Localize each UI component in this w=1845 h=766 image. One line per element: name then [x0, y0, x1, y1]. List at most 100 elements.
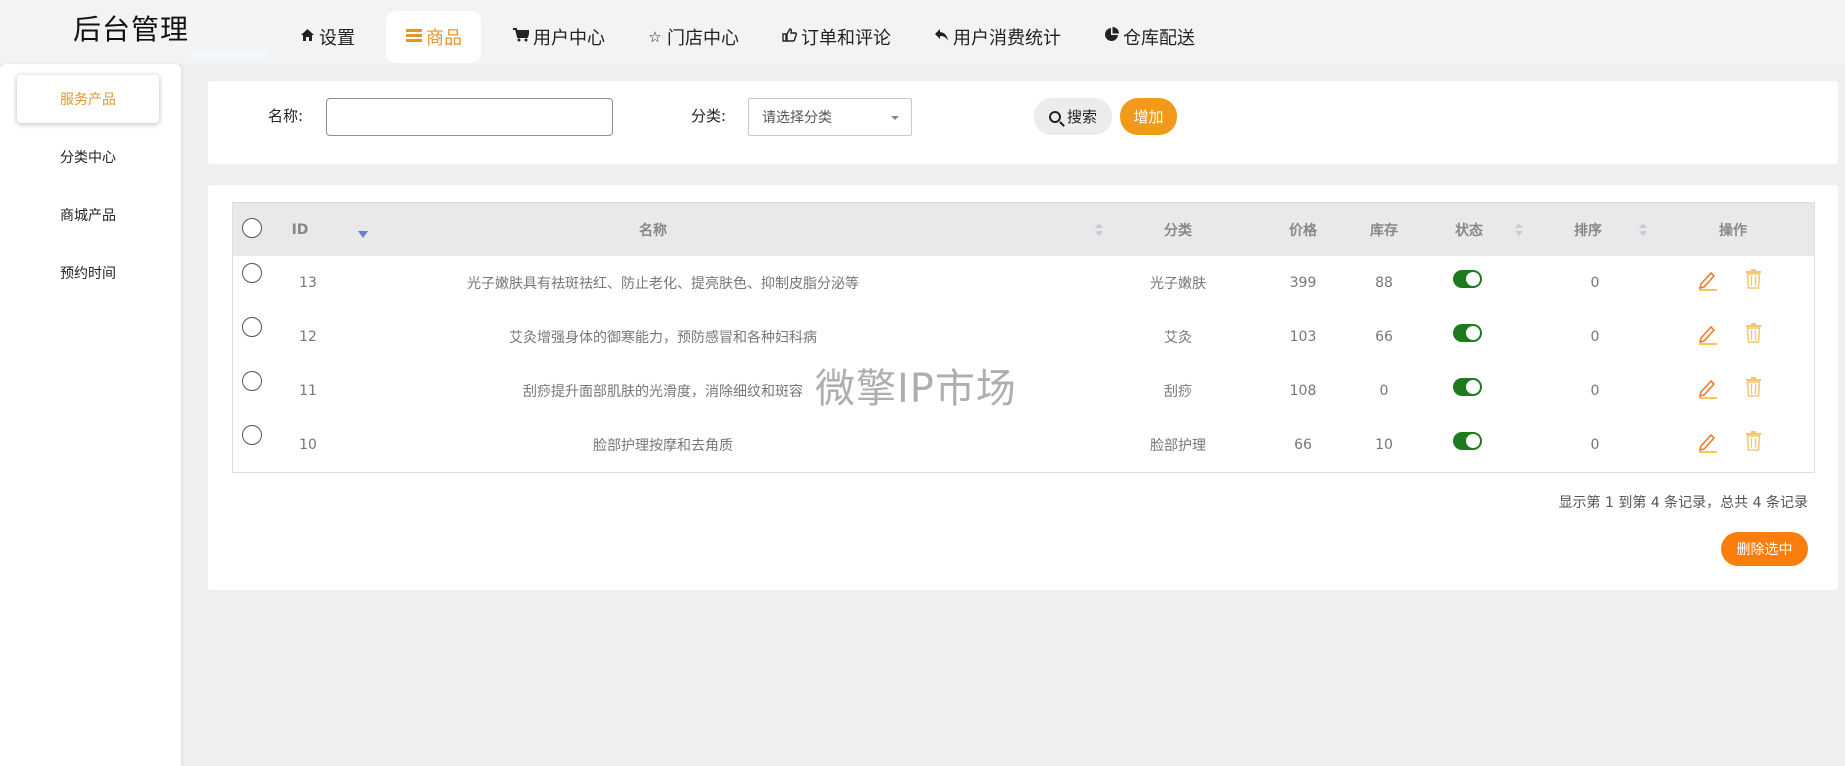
sidebar-item-booking-time[interactable]: 预约时间: [17, 249, 159, 297]
column-header-id[interactable]: ID: [278, 203, 322, 256]
cell-sort: 0: [1590, 383, 1600, 399]
thumbs-up-icon: [780, 27, 798, 46]
pie-chart-icon: [1102, 27, 1120, 46]
search-button[interactable]: 搜索: [1034, 98, 1112, 135]
cell-category: 艾灸: [1164, 330, 1192, 346]
table-row: 10 脸部护理按摩和去角质 脸部护理 66 10 0: [233, 418, 1814, 472]
column-header-actions: 操作: [1703, 203, 1763, 256]
column-header-sort[interactable]: 排序: [1558, 203, 1618, 256]
column-header-name[interactable]: 名称: [613, 203, 693, 256]
row-select-radio[interactable]: [242, 425, 262, 445]
cell-stock: 66: [1375, 329, 1393, 345]
cell-price: 399: [1289, 275, 1317, 291]
main-nav: 设置 商品 用户中心 ☆ 门店中心 订单和评论 用户消费统计 仓库配送: [288, 10, 1226, 63]
nav-settings[interactable]: 设置: [288, 11, 365, 63]
edit-icon[interactable]: [1698, 431, 1718, 453]
cell-price: 103: [1289, 329, 1317, 345]
trash-icon[interactable]: [1745, 377, 1762, 397]
trash-icon[interactable]: [1745, 269, 1762, 289]
column-header-label: 库存: [1370, 222, 1398, 239]
edit-icon[interactable]: [1698, 377, 1718, 399]
nav-label: 用户中心: [533, 27, 605, 49]
app-title: 后台管理: [73, 13, 190, 46]
nav-user-center[interactable]: 用户中心: [502, 11, 615, 63]
column-header-label: 排序: [1574, 222, 1602, 239]
name-label: 名称:: [268, 107, 304, 125]
sidebar: 服务产品 分类中心 商城产品 预约时间: [0, 64, 181, 766]
nav-label: 仓库配送: [1123, 27, 1195, 49]
category-select[interactable]: 请选择分类: [748, 98, 912, 136]
column-header-label: ID: [291, 221, 309, 238]
search-icon: [1048, 110, 1061, 123]
cell-id: 13: [299, 275, 317, 291]
sidebar-item-label: 商城产品: [60, 208, 116, 224]
nav-label: 商品: [426, 27, 462, 49]
sidebar-item-label: 分类中心: [60, 150, 116, 166]
sort-icon[interactable]: [1095, 222, 1103, 238]
trash-icon[interactable]: [1745, 323, 1762, 343]
home-icon: [298, 28, 316, 46]
nav-consumption-stats[interactable]: 用户消费统计: [922, 11, 1071, 63]
cart-icon: [512, 27, 531, 46]
column-header-price: 价格: [1278, 203, 1328, 256]
cell-stock: 88: [1375, 275, 1393, 291]
sidebar-item-mall-products[interactable]: 商城产品: [17, 191, 159, 239]
table-icon: [405, 28, 423, 46]
table-row: 12 艾灸增强身体的御寒能力，预防感冒和各种妇科病 艾灸 103 66 0: [233, 310, 1814, 364]
cell-category: 光子嫩肤: [1150, 276, 1206, 292]
column-header-label: 状态: [1455, 222, 1483, 239]
row-select-radio[interactable]: [242, 371, 262, 391]
column-header-stock: 库存: [1359, 203, 1409, 256]
row-select-radio[interactable]: [242, 317, 262, 337]
column-header-label: 分类: [1164, 222, 1192, 239]
category-label: 分类:: [691, 107, 727, 125]
nav-label: 用户消费统计: [953, 27, 1061, 49]
sidebar-item-label: 服务产品: [60, 92, 116, 108]
sidebar-item-service-products[interactable]: 服务产品: [17, 75, 159, 123]
select-all-radio[interactable]: [242, 218, 262, 238]
sort-icon[interactable]: [1639, 222, 1647, 238]
column-header-status[interactable]: 状态: [1439, 203, 1499, 256]
nav-orders-reviews[interactable]: 订单和评论: [770, 11, 901, 63]
table-header: ID 名称 分类 价格 库存 状态 排序 操作: [233, 203, 1814, 256]
add-button[interactable]: 增加: [1120, 98, 1177, 135]
cell-name: 脸部护理按摩和去角质: [593, 438, 733, 454]
add-button-label: 增加: [1133, 108, 1164, 126]
nav-label: 设置: [319, 27, 355, 49]
cell-name: 光子嫩肤具有祛斑祛红、防止老化、提亮肤色、抑制皮脂分泌等: [467, 276, 859, 292]
name-search-input[interactable]: [326, 98, 613, 136]
status-toggle[interactable]: [1453, 432, 1482, 450]
table-row: 11 刮痧提升面部肌肤的光滑度，消除细纹和斑容 刮痧 108 0 0: [233, 364, 1814, 418]
cell-stock: 10: [1375, 437, 1393, 453]
status-toggle[interactable]: [1453, 324, 1482, 342]
delete-selected-button[interactable]: 删除选中: [1721, 532, 1808, 566]
delete-selected-label: 删除选中: [1736, 542, 1793, 558]
row-select-radio[interactable]: [242, 263, 262, 283]
sidebar-item-category-center[interactable]: 分类中心: [17, 133, 159, 181]
nav-label: 门店中心: [667, 27, 739, 49]
status-toggle[interactable]: [1453, 270, 1482, 288]
nav-store-center[interactable]: ☆ 门店中心: [636, 11, 749, 63]
column-header-label: 操作: [1719, 222, 1747, 239]
table-panel: ID 名称 分类 价格 库存 状态 排序 操作 13 光子嫩肤具有祛斑祛红、防止…: [208, 185, 1838, 590]
sort-desc-icon[interactable]: [358, 231, 368, 238]
cell-category: 脸部护理: [1150, 438, 1206, 454]
cell-sort: 0: [1590, 275, 1600, 291]
reply-icon: [932, 28, 950, 46]
top-header: 后台管理 设置 商品 用户中心 ☆ 门店中心 订单和评论 用户消费统计 仓库配送: [0, 0, 1845, 64]
edit-icon[interactable]: [1698, 269, 1718, 291]
trash-icon[interactable]: [1745, 431, 1762, 451]
status-toggle[interactable]: [1453, 378, 1482, 396]
cell-stock: 0: [1379, 383, 1389, 399]
cell-name: 刮痧提升面部肌肤的光滑度，消除细纹和斑容: [523, 384, 803, 400]
pagination-info: 显示第 1 到第 4 条记录，总共 4 条记录: [1558, 495, 1808, 511]
nav-warehouse-delivery[interactable]: 仓库配送: [1092, 11, 1205, 63]
sort-icon[interactable]: [1515, 222, 1523, 238]
cell-id: 10: [299, 437, 317, 453]
cell-sort: 0: [1590, 437, 1600, 453]
nav-label: 订单和评论: [801, 27, 891, 49]
cell-sort: 0: [1590, 329, 1600, 345]
nav-products[interactable]: 商品: [386, 10, 481, 63]
table-row: 13 光子嫩肤具有祛斑祛红、防止老化、提亮肤色、抑制皮脂分泌等 光子嫩肤 399…: [233, 256, 1814, 310]
edit-icon[interactable]: [1698, 323, 1718, 345]
